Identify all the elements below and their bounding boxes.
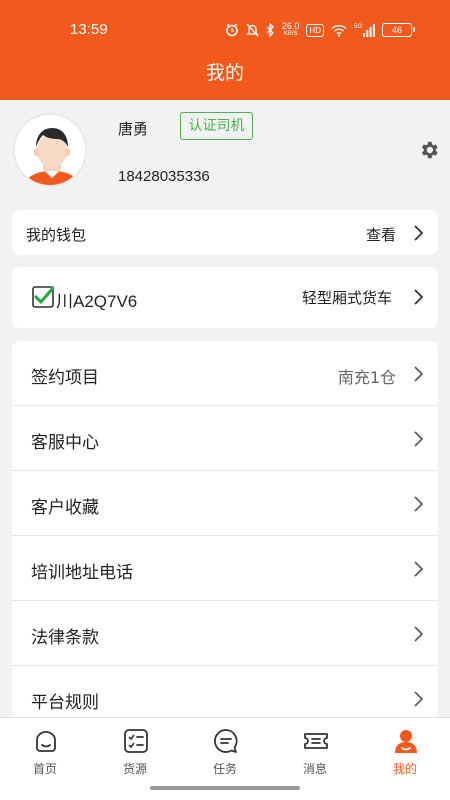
status-bar: 13:59 26.0 KB/S HD 5G 46 <box>0 0 450 40</box>
menu-item-label: 客户收藏 <box>31 498 99 518</box>
vehicle-type: 轻型厢式货车 <box>301 289 392 307</box>
menu-item-label: 签约项目 <box>31 368 99 388</box>
net-speed-unit: KB/S <box>283 31 298 37</box>
home-indicator[interactable] <box>150 786 300 790</box>
chevron-right-icon <box>414 366 424 382</box>
wallet-view-link[interactable]: 查看 <box>366 224 396 245</box>
user-phone: 18428035336 <box>118 168 210 185</box>
chevron-right-icon <box>414 691 424 707</box>
avatar[interactable] <box>13 113 87 187</box>
tab-mine[interactable]: 我的 <box>360 718 450 780</box>
checkbox-checked-icon[interactable] <box>32 286 54 308</box>
bluetooth-icon <box>266 23 274 37</box>
chevron-right-icon <box>414 561 424 577</box>
tab-cargo[interactable]: 货源 <box>90 718 180 780</box>
menu-list: 签约项目 南充1仓 客服中心 客户收藏 培训地址电话 法律条款 平台规则 <box>12 341 438 731</box>
status-time: 13:59 <box>70 21 108 38</box>
menu-item-contract-project[interactable]: 签约项目 南充1仓 <box>12 341 438 406</box>
page-title: 我的 <box>205 62 244 84</box>
chevron-right-icon <box>414 431 424 447</box>
menu-item-legal-terms[interactable]: 法律条款 <box>12 601 438 666</box>
tab-tasks[interactable]: 任务 <box>180 718 270 780</box>
menu-item-label: 客服中心 <box>31 433 99 453</box>
tab-label: 首页 <box>32 762 57 776</box>
wallet-row[interactable]: 我的钱包 查看 <box>12 210 438 255</box>
menu-item-label: 法律条款 <box>31 628 99 648</box>
cargo-list-icon <box>124 729 148 753</box>
tab-label: 我的 <box>392 762 417 776</box>
menu-item-label: 平台规则 <box>31 693 99 713</box>
chevron-right-icon <box>414 626 424 642</box>
menu-item-customer-service[interactable]: 客服中心 <box>12 406 438 471</box>
chevron-right-icon <box>414 225 424 241</box>
user-name: 唐勇 <box>118 120 149 138</box>
menu-item-customer-favorites[interactable]: 客户收藏 <box>12 471 438 536</box>
wallet-label: 我的钱包 <box>26 226 87 244</box>
hd-badge: HD <box>306 23 324 37</box>
net-speed-value: 26.0 <box>281 21 300 31</box>
menu-item-value: 南充1仓 <box>337 368 396 387</box>
chevron-right-icon <box>414 289 424 305</box>
ticket-message-icon <box>304 733 328 749</box>
task-chat-icon <box>214 729 238 753</box>
chevron-right-icon <box>414 496 424 512</box>
avatar-person-icon <box>15 115 85 185</box>
menu-item-label: 培训地址电话 <box>31 563 133 583</box>
header: 13:59 26.0 KB/S HD 5G 46 我的 <box>0 0 450 100</box>
status-icons: 26.0 KB/S HD 5G 46 <box>225 20 415 40</box>
vehicle-row[interactable]: 川A2Q7V6 轻型厢式货车 <box>12 267 438 328</box>
tab-label: 货源 <box>122 762 147 776</box>
home-icon <box>36 731 56 752</box>
license-plate: 川A2Q7V6 <box>56 292 138 311</box>
menu-item-training-contact[interactable]: 培训地址电话 <box>12 536 438 601</box>
tab-home[interactable]: 首页 <box>0 718 90 780</box>
tab-label: 任务 <box>212 762 237 776</box>
tab-label: 消息 <box>302 762 327 776</box>
settings-gear-icon[interactable] <box>418 139 440 161</box>
certified-driver-badge: 认证司机 <box>180 112 253 140</box>
battery-icon: 46 <box>382 23 415 37</box>
user-icon <box>395 730 417 753</box>
signal-tag: 5G <box>353 23 362 30</box>
mute-icon <box>246 23 259 37</box>
alarm-icon <box>226 23 238 37</box>
net-speed: 26.0 KB/S <box>282 22 300 38</box>
tab-messages[interactable]: 消息 <box>270 718 360 780</box>
signal-icon <box>363 23 375 37</box>
wifi-icon <box>331 24 347 37</box>
signal-indicator: 5G <box>353 23 375 37</box>
